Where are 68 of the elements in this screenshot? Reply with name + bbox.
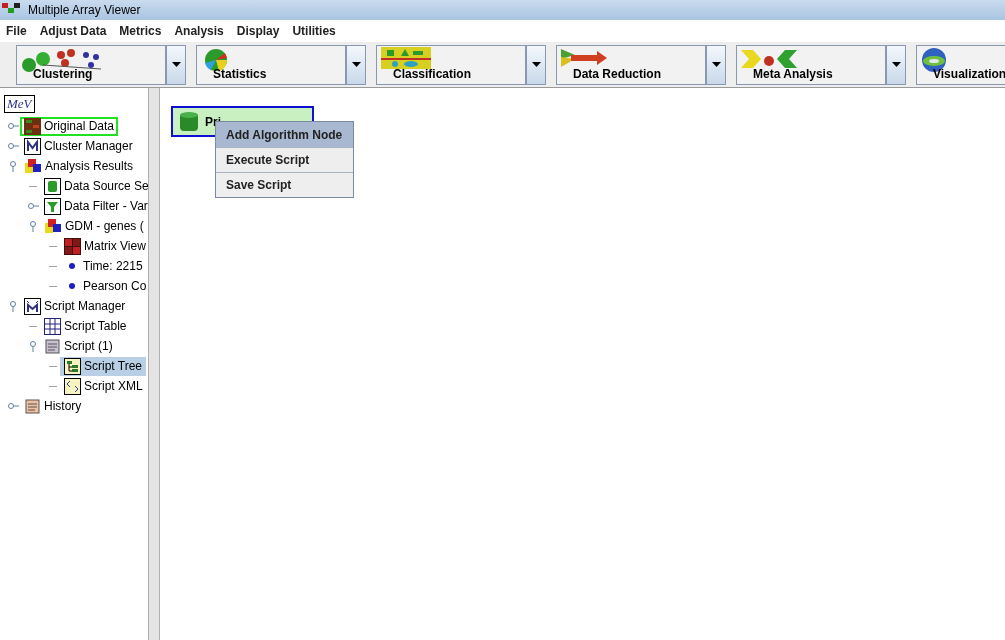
tree-item[interactable]: Pearson Co	[60, 276, 148, 296]
menu-item[interactable]: Utilities	[292, 22, 336, 40]
classification-icon	[381, 46, 431, 69]
menu-item[interactable]: Display	[236, 22, 280, 40]
toolbar-button[interactable]: Visualization	[916, 44, 1005, 85]
funnel-icon	[44, 197, 61, 215]
dropdown-button[interactable]	[166, 44, 186, 85]
dropdown-button[interactable]	[706, 44, 726, 85]
collapsed-handle-icon[interactable]	[7, 120, 19, 132]
squares-icon	[24, 157, 42, 175]
menu-item[interactable]: Analysis	[174, 22, 224, 40]
caret-icon	[711, 62, 721, 67]
caret-icon	[171, 62, 181, 67]
tree-view-icon	[64, 357, 81, 375]
tree-item[interactable]: Script Tree	[60, 356, 147, 376]
tree-item[interactable]: Script (1)	[40, 336, 117, 356]
toolbar-button[interactable]: Classification	[376, 44, 526, 85]
mev-logo: MeV	[4, 95, 35, 113]
tree-item[interactable]: Matrix View	[60, 236, 148, 256]
menu-item[interactable]: Adjust Data	[39, 22, 107, 40]
collapsed-handle-icon[interactable]	[7, 400, 19, 412]
expanded-handle-icon[interactable]	[27, 340, 39, 352]
tree-item[interactable]: Script Table	[40, 316, 131, 336]
tree-item[interactable]: Script Manager	[20, 296, 130, 316]
tree-item[interactable]: Cluster Manager	[20, 136, 137, 156]
dropdown-button[interactable]	[346, 44, 366, 85]
toolbar-button[interactable]: Data Reduction	[556, 44, 706, 85]
bullet-icon	[69, 283, 75, 289]
table-icon	[44, 317, 61, 335]
menu-item[interactable]: Metrics	[119, 22, 162, 40]
caret-icon	[891, 62, 901, 67]
tree-item[interactable]: History	[20, 396, 86, 416]
menu-option[interactable]: Save Script	[216, 172, 353, 197]
toolbar-button[interactable]: Clustering	[16, 44, 166, 85]
toolbar-button[interactable]: Meta Analysis	[736, 44, 886, 85]
scroll-icon	[24, 397, 41, 415]
bullet-icon	[69, 263, 75, 269]
xml-icon	[64, 377, 81, 395]
collapsed-handle-icon[interactable]	[27, 200, 39, 212]
menu-option[interactable]: Add Algorithm Node	[216, 122, 353, 147]
expanded-handle-icon[interactable]	[27, 220, 39, 232]
letter-m-icon	[24, 137, 41, 155]
tree-item[interactable]: Script XML	[60, 376, 147, 396]
script-manager-icon	[24, 297, 41, 315]
dropdown-button[interactable]	[526, 44, 546, 85]
collapsed-handle-icon[interactable]	[7, 140, 19, 152]
expanded-handle-icon[interactable]	[7, 300, 19, 312]
arrows-icon	[561, 46, 607, 69]
tree-item[interactable]: Data Source Se	[40, 176, 148, 196]
caret-icon	[531, 62, 541, 67]
tree-item[interactable]: Time: 2215	[60, 256, 147, 276]
toolbar-button[interactable]: Statistics	[196, 44, 346, 85]
cylinder-icon	[44, 177, 61, 195]
menu-option[interactable]: Execute Script	[216, 147, 353, 172]
tree-item[interactable]: Data Filter - Var	[40, 196, 148, 216]
menu-item[interactable]: File	[6, 22, 27, 40]
dropdown-button[interactable]	[886, 44, 906, 85]
expanded-handle-icon[interactable]	[7, 160, 19, 172]
tree-item[interactable]: Original Data	[20, 116, 119, 136]
data-grid-icon	[24, 117, 41, 135]
caret-icon	[351, 62, 361, 67]
tree-item[interactable]: Analysis Results	[20, 156, 138, 176]
scroll-icon	[44, 337, 61, 355]
squares-icon	[44, 217, 62, 235]
matrix-icon	[64, 237, 81, 255]
window-title: Multiple Array Viewer	[28, 2, 141, 19]
tree-item[interactable]: GDM - genes (	[40, 216, 148, 236]
cylinder-icon	[179, 110, 199, 133]
